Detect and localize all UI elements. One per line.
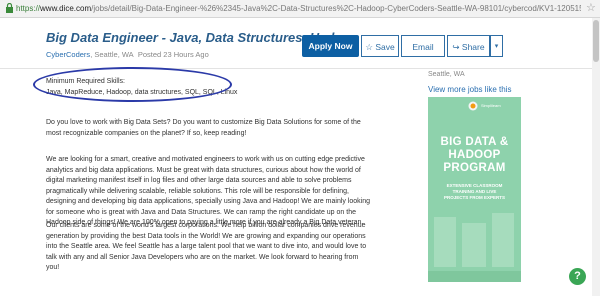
job-meta: CyberCoders, Seattle, WA Posted 23 Hours… — [46, 50, 209, 59]
posted-date: Posted 23 Hours Ago — [137, 50, 209, 59]
company-link[interactable]: CyberCoders — [46, 50, 90, 59]
save-label: Save — [375, 42, 395, 52]
apply-now-label: Apply Now — [308, 41, 353, 51]
description-paragraph: Do you love to work with Big Data Sets? … — [46, 119, 361, 137]
view-more-jobs-link[interactable]: View more jobs like this — [428, 85, 511, 94]
url-host: www.dice.com — [40, 4, 92, 13]
address-bar[interactable]: https://www.dice.com/jobs/detail/Big-Dat… — [0, 0, 600, 18]
scrollbar-thumb[interactable] — [593, 20, 599, 62]
sidebar-location: Seattle, WA — [428, 71, 465, 78]
url-text[interactable]: https://www.dice.com/jobs/detail/Big-Dat… — [16, 2, 581, 15]
ad-headline-1: BIG DATA & — [440, 136, 509, 148]
share-button[interactable]: ↪ Share — [447, 35, 490, 57]
star-icon: ☆ — [365, 42, 373, 52]
simplilearn-logo-icon — [468, 101, 478, 111]
url-path: /jobs/detail/Big-Data-Engineer-%26%2345-… — [91, 4, 581, 13]
ad-headline-2: HADOOP — [448, 149, 501, 161]
ad-headline-3: PROGRAM — [443, 162, 506, 174]
email-button[interactable]: Email — [401, 35, 445, 57]
job-location: , Seattle, WA — [90, 50, 134, 59]
apply-now-button[interactable]: Apply Now — [302, 35, 359, 57]
bookmark-star-icon[interactable]: ☆ — [586, 1, 596, 15]
chevron-down-icon: ▾ — [494, 43, 499, 50]
url-scheme: https:// — [16, 4, 41, 13]
email-label: Email — [412, 42, 434, 52]
annotation-ellipse — [33, 67, 232, 102]
advertisement-banner[interactable]: Simplilearn BIG DATA & HADOOP PROGRAM EX… — [428, 97, 521, 282]
help-label: ? — [574, 270, 581, 282]
job-header: Big Data Engineer - Java, Data Structure… — [0, 18, 600, 69]
ad-decorative-shapes — [428, 209, 521, 282]
description-paragraph: Our clients are some of the world's larg… — [46, 222, 367, 271]
share-icon: ↪ — [452, 42, 460, 52]
save-button[interactable]: ☆ Save — [361, 35, 399, 57]
ad-brand: Simplilearn — [481, 103, 501, 108]
lock-icon — [6, 3, 13, 13]
help-chat-button[interactable]: ? — [569, 268, 586, 285]
ad-subtext-3: PROJECTS FROM EXPERTS — [443, 195, 505, 200]
share-label: Share — [461, 42, 485, 52]
share-dropdown-button[interactable]: ▾ — [490, 35, 503, 57]
description-paragraph: We are looking for a smart, creative and… — [46, 156, 371, 226]
